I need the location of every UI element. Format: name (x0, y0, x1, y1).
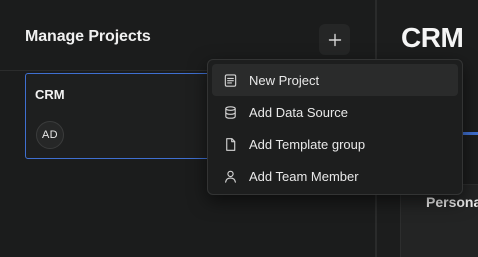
menu-item-new-project[interactable]: New Project (212, 64, 458, 96)
menu-item-label: Add Data Source (249, 104, 349, 120)
menu-item-label: Add Template group (249, 136, 366, 152)
user-icon (222, 168, 238, 184)
project-name: CRM (35, 87, 65, 102)
page-title: CRM (401, 22, 464, 53)
avatar: AD (36, 121, 64, 149)
menu-item-add-data-source[interactable]: Add Data Source (212, 96, 458, 128)
menu-item-label: New Project (249, 72, 320, 88)
menu-item-label: Add Team Member (249, 168, 359, 184)
panel-title: Persona (426, 194, 478, 210)
plus-icon (328, 33, 341, 46)
add-menu-dropdown: New Project Add Data Source Add Template… (207, 59, 463, 195)
database-icon (222, 104, 238, 120)
add-project-button[interactable] (319, 24, 350, 55)
menu-item-add-team-member[interactable]: Add Team Member (212, 160, 458, 192)
sidebar-title: Manage Projects (25, 28, 151, 45)
menu-item-add-template-group[interactable]: Add Template group (212, 128, 458, 160)
document-list-icon (222, 72, 238, 88)
file-icon (222, 136, 238, 152)
